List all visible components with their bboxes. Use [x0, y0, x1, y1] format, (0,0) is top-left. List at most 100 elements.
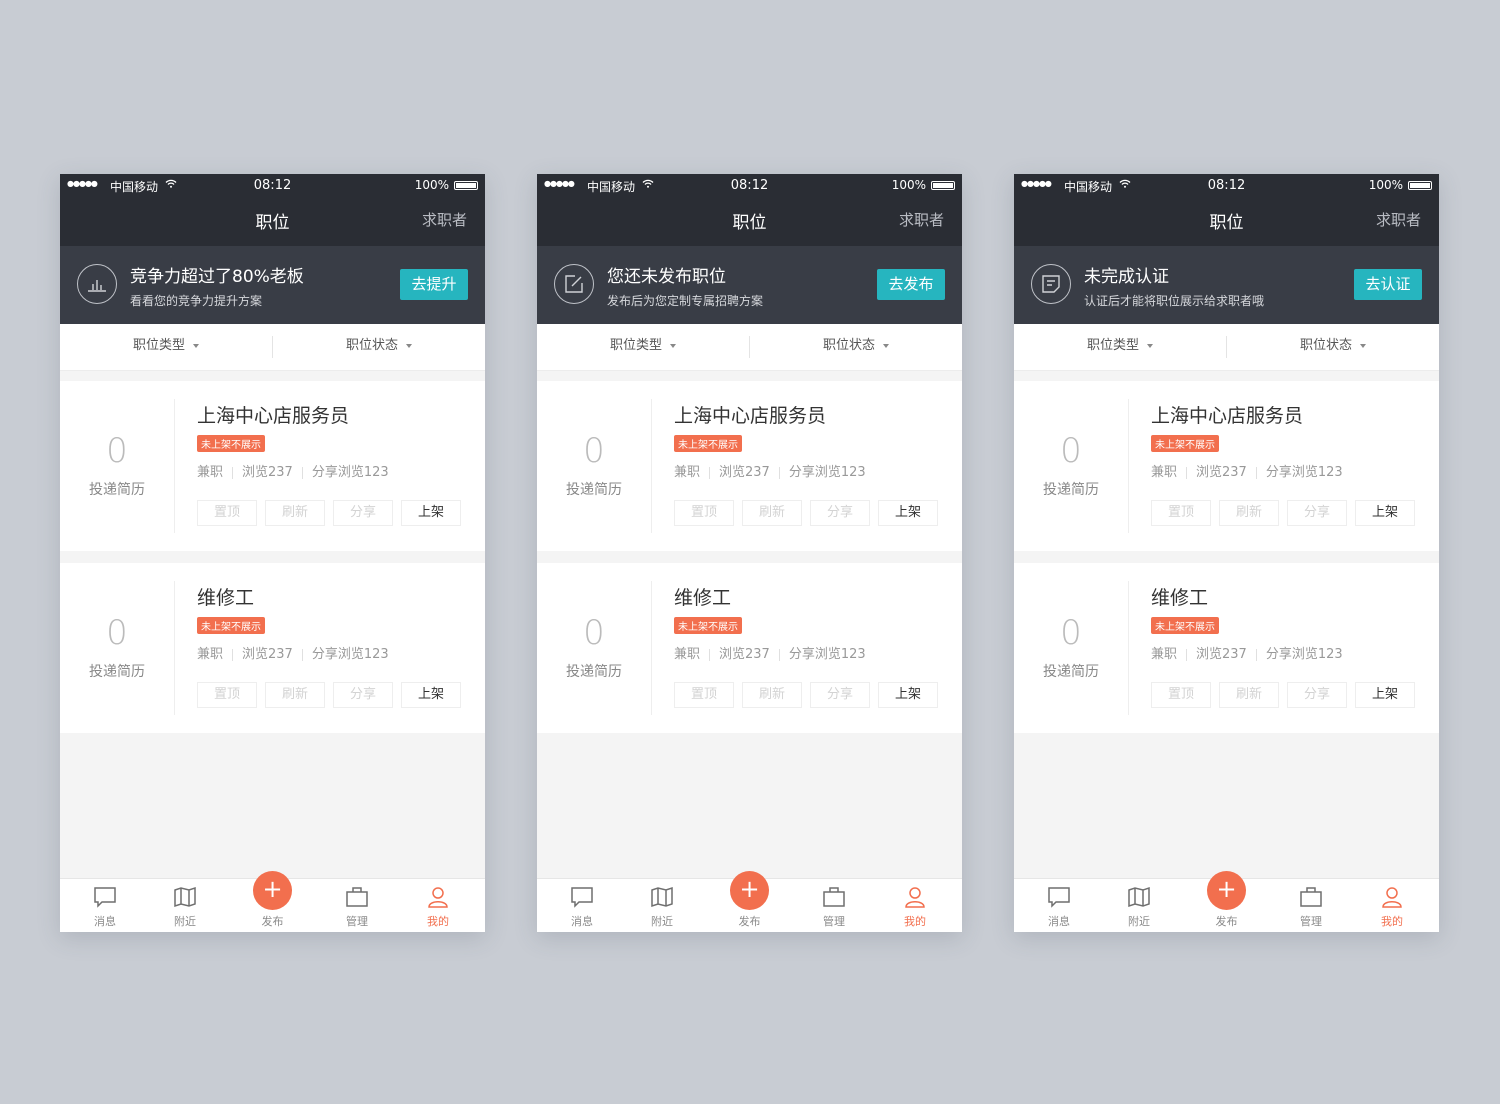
job-title: 上海中心店服务员: [197, 405, 350, 427]
map-icon: [1128, 886, 1150, 908]
meta-separator: [709, 466, 711, 479]
pin-top-button[interactable]: 置顶: [1151, 500, 1211, 526]
view-count: 浏览237: [242, 647, 293, 662]
job-meta: 兼职 浏览237 分享浏览123: [674, 643, 866, 662]
briefcase-icon: [1300, 887, 1322, 907]
job-seeker-link[interactable]: 求职者: [899, 209, 944, 230]
resume-count: 0: [1060, 613, 1082, 653]
share-button[interactable]: 分享: [810, 500, 870, 526]
job-type-filter[interactable]: 职位类型: [1014, 324, 1226, 370]
banner-subtitle: 认证后才能将职位展示给求职者哦: [1084, 294, 1265, 308]
pin-top-button[interactable]: 置顶: [674, 682, 734, 708]
job-type: 兼职: [197, 647, 224, 662]
pin-top-button[interactable]: 置顶: [197, 500, 257, 526]
meta-separator: [232, 648, 234, 661]
plus-icon: +: [262, 875, 283, 903]
promo-banner: 您还未发布职位 发布后为您定制专属招聘方案 去发布: [537, 246, 962, 324]
tab-nearby-label: 附近: [174, 915, 196, 928]
job-card[interactable]: 0 投递简历 上海中心店服务员 未上架不展示 兼职 浏览237 分享浏览123 置顶…: [1014, 381, 1439, 551]
publish-listing-button[interactable]: 上架: [401, 500, 461, 526]
status-bar: ●●●●● 中国移动 08:12 100%: [60, 174, 485, 198]
job-card[interactable]: 0 投递简历 维修工 未上架不展示 兼职 浏览237 分享浏览123 置顶 刷新 分…: [1014, 563, 1439, 733]
resume-count-label: 投递简历: [566, 664, 622, 680]
job-type-filter[interactable]: 职位类型: [537, 324, 749, 370]
message-icon: [94, 887, 116, 908]
meta-separator: [709, 648, 711, 661]
job-status-filter[interactable]: 职位状态: [273, 324, 485, 370]
share-view-count: 分享浏览123: [1265, 465, 1343, 480]
refresh-button[interactable]: 刷新: [742, 682, 802, 708]
job-card[interactable]: 0 投递简历 维修工 未上架不展示 兼职 浏览237 分享浏览123 置顶 刷新 分…: [60, 563, 485, 733]
share-view-count: 分享浏览123: [788, 647, 866, 662]
pin-top-button[interactable]: 置顶: [1151, 682, 1211, 708]
publish-listing-button[interactable]: 上架: [878, 500, 938, 526]
job-type: 兼职: [674, 465, 701, 480]
share-button[interactable]: 分享: [810, 682, 870, 708]
dropdown-arrow-icon: [670, 343, 676, 348]
job-status-filter[interactable]: 职位状态: [750, 324, 962, 370]
publish-fab[interactable]: +: [730, 871, 769, 910]
plus-icon: +: [739, 875, 760, 903]
view-count: 浏览237: [242, 465, 293, 480]
map-icon: [174, 886, 196, 908]
dropdown-arrow-icon: [1360, 343, 1366, 348]
publish-fab[interactable]: +: [253, 871, 292, 910]
tab-manage-label: 管理: [346, 915, 368, 928]
briefcase-icon: [823, 887, 845, 907]
publish-listing-button[interactable]: 上架: [878, 682, 938, 708]
view-count: 浏览237: [719, 465, 770, 480]
message-icon: [571, 887, 593, 908]
refresh-button[interactable]: 刷新: [1219, 500, 1279, 526]
publish-listing-button[interactable]: 上架: [401, 682, 461, 708]
battery-icon: [454, 181, 478, 190]
job-type-filter[interactable]: 职位类型: [60, 324, 272, 370]
refresh-button[interactable]: 刷新: [265, 500, 325, 526]
job-status-filter[interactable]: 职位状态: [1227, 324, 1439, 370]
view-count: 浏览237: [719, 647, 770, 662]
publish-listing-button[interactable]: 上架: [1355, 500, 1415, 526]
job-status-filter-label: 职位状态: [1299, 338, 1352, 353]
tab-nearby-label: 附近: [1128, 915, 1150, 928]
improve-button[interactable]: 去提升: [400, 269, 468, 300]
share-button[interactable]: 分享: [1287, 682, 1347, 708]
resume-count-label: 投递简历: [89, 482, 145, 498]
card-divider: [1128, 399, 1129, 533]
battery-percent: 100%: [1368, 178, 1403, 192]
share-button[interactable]: 分享: [333, 682, 393, 708]
dropdown-arrow-icon: [406, 343, 412, 348]
publish-fab[interactable]: +: [1207, 871, 1246, 910]
battery-icon: [1408, 181, 1432, 190]
status-badge: 未上架不展示: [1151, 617, 1219, 634]
refresh-button[interactable]: 刷新: [742, 500, 802, 526]
bar-chart-icon: [77, 264, 117, 304]
job-card[interactable]: 0 投递简历 维修工 未上架不展示 兼职 浏览237 分享浏览123 置顶 刷新 分…: [537, 563, 962, 733]
go-publish-button[interactable]: 去发布: [877, 269, 945, 300]
tab-messages-label: 消息: [94, 915, 116, 928]
resume-count: 0: [106, 431, 128, 471]
publish-listing-button[interactable]: 上架: [1355, 682, 1415, 708]
banner-title: 竞争力超过了80%老板: [130, 267, 304, 287]
job-meta: 兼职 浏览237 分享浏览123: [674, 461, 866, 480]
nav-header: ●●●●● 中国移动 08:12 100% 职位 求职者: [537, 174, 962, 246]
job-seeker-link[interactable]: 求职者: [422, 209, 467, 230]
share-button[interactable]: 分享: [333, 500, 393, 526]
tab-mine-label: 我的: [1381, 915, 1403, 928]
job-seeker-link[interactable]: 求职者: [1376, 209, 1421, 230]
refresh-button[interactable]: 刷新: [1219, 682, 1279, 708]
share-button[interactable]: 分享: [1287, 500, 1347, 526]
tab-publish-label: 发布: [738, 915, 761, 928]
pin-top-button[interactable]: 置顶: [674, 500, 734, 526]
refresh-button[interactable]: 刷新: [265, 682, 325, 708]
verify-button[interactable]: 去认证: [1354, 269, 1422, 300]
user-icon: [905, 887, 925, 908]
resume-count: 0: [106, 613, 128, 653]
phone-screen-3: ●●●●● 中国移动 08:12 100% 职位 求职者 未完成认证 认证后才能…: [1014, 174, 1439, 932]
job-card[interactable]: 0 投递简历 上海中心店服务员 未上架不展示 兼职 浏览237 分享浏览123 置顶…: [537, 381, 962, 551]
pin-top-button[interactable]: 置顶: [197, 682, 257, 708]
document-icon: [1031, 264, 1071, 304]
map-icon: [651, 886, 673, 908]
job-type-filter-label: 职位类型: [1086, 338, 1139, 353]
resume-count-label: 投递简历: [566, 482, 622, 498]
job-card[interactable]: 0 投递简历 上海中心店服务员 未上架不展示 兼职 浏览237 分享浏览123 置顶…: [60, 381, 485, 551]
card-divider: [174, 581, 175, 715]
